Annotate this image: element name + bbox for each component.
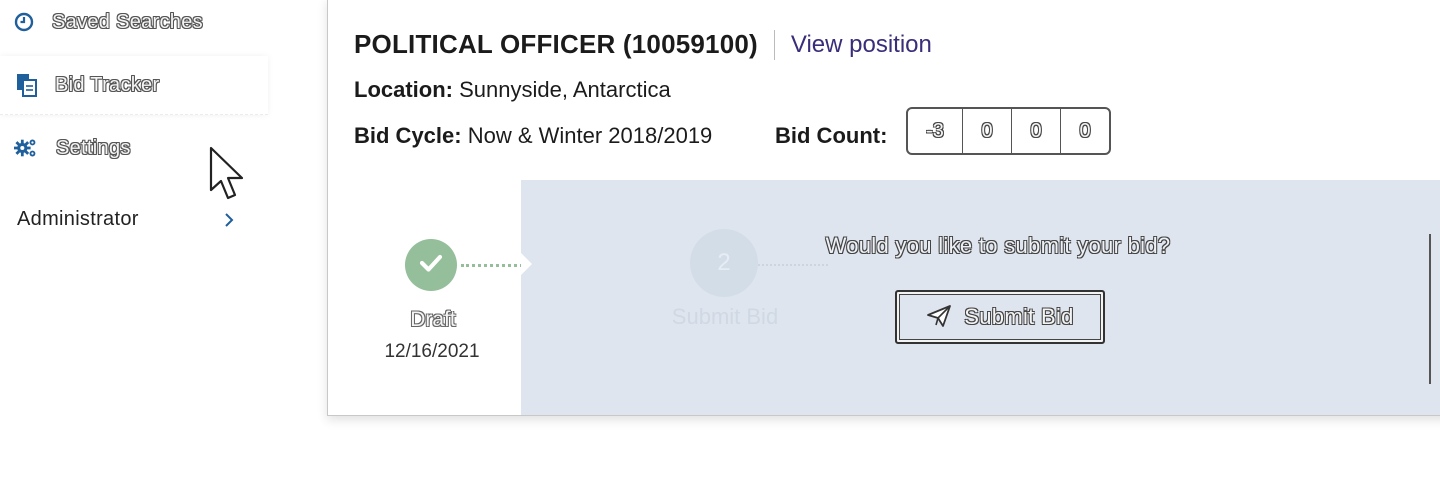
bid-count-cell: 0 bbox=[1060, 109, 1109, 153]
paper-plane-icon bbox=[926, 304, 952, 331]
overlay-divider bbox=[1429, 234, 1431, 384]
location-value: Sunnyside, Antarctica bbox=[459, 77, 671, 102]
bid-count-cell: 0 bbox=[1011, 109, 1060, 153]
sidebar-item-label: Saved Searches bbox=[52, 10, 203, 33]
documents-icon bbox=[15, 73, 39, 97]
position-title: POLITICAL OFFICER (10059100) bbox=[354, 29, 758, 59]
bid-cycle-label: Bid Cycle: bbox=[354, 123, 462, 148]
submit-bid-button[interactable]: Submit Bid bbox=[895, 290, 1105, 344]
gears-icon bbox=[14, 136, 38, 160]
bid-cycle-value: Now & Winter 2018/2019 bbox=[467, 123, 713, 148]
sidebar-item-bid-tracker[interactable]: Bid Tracker bbox=[0, 56, 268, 115]
bid-cycle-row: Bid Cycle: Now & Winter 2018/2019 bbox=[354, 123, 712, 149]
draft-step-complete bbox=[405, 239, 457, 291]
clock-icon bbox=[12, 10, 36, 34]
mouse-pointer-icon bbox=[208, 146, 252, 215]
sidebar-item-administrator[interactable]: Administrator bbox=[17, 208, 139, 231]
sidebar-item-settings[interactable]: Settings bbox=[14, 120, 131, 176]
bid-card: POLITICAL OFFICER (10059100) View positi… bbox=[327, 0, 1440, 416]
location-label: Location: bbox=[354, 77, 453, 102]
step-connector bbox=[461, 264, 523, 267]
sidebar: Saved Searches Bid Tracker Settings Admi… bbox=[0, 0, 300, 502]
step-connector bbox=[758, 264, 828, 266]
bid-count-box: -3 0 0 0 bbox=[906, 107, 1111, 155]
submit-prompt: Would you like to submit your bid? bbox=[825, 233, 1171, 258]
view-position-link[interactable]: View position bbox=[791, 31, 932, 59]
title-divider bbox=[773, 29, 775, 60]
sidebar-item-label: Settings bbox=[56, 136, 131, 159]
bid-count-cell: -3 bbox=[926, 119, 944, 142]
sidebar-item-saved-searches[interactable]: Saved Searches bbox=[12, 0, 203, 50]
bid-count-label: Bid Count: bbox=[775, 123, 888, 148]
submit-step-circle: 2 bbox=[690, 229, 758, 297]
check-icon bbox=[416, 248, 446, 283]
sidebar-item-label: Bid Tracker bbox=[55, 73, 160, 96]
position-header: POLITICAL OFFICER (10059100) View positi… bbox=[354, 29, 932, 60]
submit-bid-label: Submit Bid bbox=[964, 304, 1074, 329]
draft-step-date: 12/16/2021 bbox=[384, 341, 480, 362]
location-row: Location: Sunnyside, Antarctica bbox=[354, 77, 671, 103]
draft-step-label: Draft bbox=[410, 308, 456, 331]
submit-step-label: Submit Bid bbox=[671, 304, 779, 329]
bid-count-cell: 0 bbox=[962, 109, 1011, 153]
overlay-pointer bbox=[521, 253, 532, 275]
